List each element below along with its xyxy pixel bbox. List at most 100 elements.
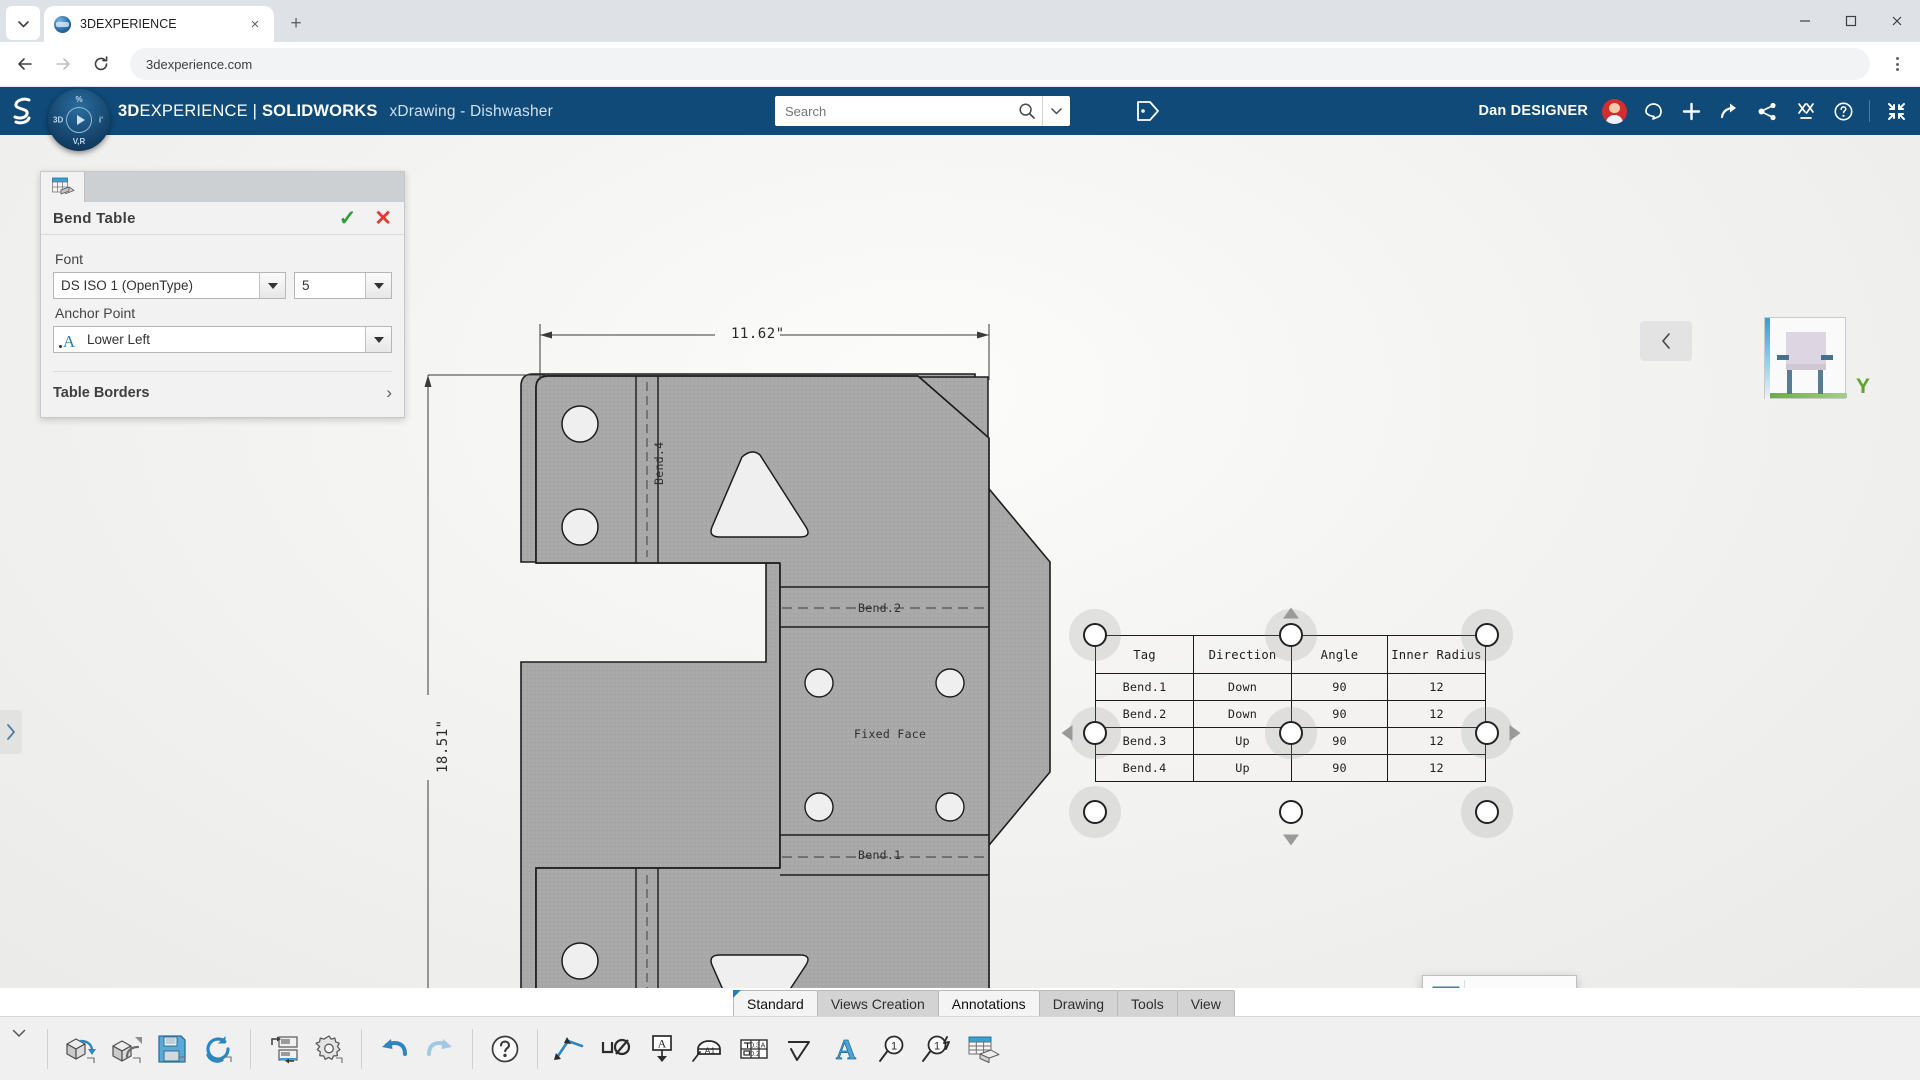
- view-annotation-button[interactable]: A1: [685, 1026, 731, 1072]
- close-icon[interactable]: ×: [246, 15, 264, 33]
- tab-standard[interactable]: Standard: [733, 990, 818, 1016]
- fullscreen-icon[interactable]: [1884, 99, 1908, 123]
- avatar[interactable]: [1602, 98, 1627, 124]
- reload-button[interactable]: [84, 47, 118, 81]
- export-3d-button[interactable]: [103, 1026, 149, 1072]
- smart-dimension-button[interactable]: [547, 1026, 593, 1072]
- add-icon[interactable]: [1679, 99, 1703, 123]
- tab-tools[interactable]: Tools: [1117, 990, 1178, 1016]
- cell-inner-radius[interactable]: 12: [1387, 754, 1486, 782]
- compass-button[interactable]: % 3D i' V,R: [48, 89, 110, 151]
- tab-views-creation[interactable]: Views Creation: [816, 990, 939, 1016]
- resize-handle-top-left[interactable]: [1083, 623, 1107, 647]
- chevron-right-icon[interactable]: ›: [386, 383, 392, 403]
- flip-right-arrow-icon[interactable]: [1509, 725, 1521, 741]
- fixed-face-label[interactable]: Fixed Face: [854, 727, 926, 741]
- back-button[interactable]: [8, 47, 42, 81]
- view-orientation-thumbnail[interactable]: [1764, 317, 1847, 400]
- collaboration-icon[interactable]: [1793, 99, 1817, 123]
- new-tab-button[interactable]: +: [282, 10, 310, 38]
- cell-direction[interactable]: Up: [1193, 754, 1292, 782]
- ok-button[interactable]: ✓: [339, 208, 357, 229]
- chevron-down-icon[interactable]: [365, 273, 391, 298]
- cell-angle[interactable]: 90: [1291, 673, 1388, 701]
- expand-left-panel-button[interactable]: [0, 710, 22, 754]
- resize-handle-bottom-left[interactable]: [1083, 800, 1107, 824]
- resize-handle-bottom-center[interactable]: [1279, 800, 1303, 824]
- resize-handle-bottom-right[interactable]: [1475, 800, 1499, 824]
- bend-label-4[interactable]: Bend.4: [652, 442, 666, 485]
- resize-handle-top-right[interactable]: [1475, 623, 1499, 647]
- bend-table-property-panel[interactable]: Bend Table ✓ ✕ Font DS ISO 1 (OpenType) …: [40, 171, 405, 418]
- cell-inner-radius[interactable]: 12: [1387, 673, 1486, 701]
- cell-angle[interactable]: 90: [1291, 754, 1388, 782]
- redo-button[interactable]: [417, 1026, 463, 1072]
- browser-tab[interactable]: 3DEXPERIENCE ×: [44, 6, 274, 42]
- font-family-select[interactable]: DS ISO 1 (OpenType): [53, 272, 286, 299]
- table-borders-section[interactable]: Table Borders ›: [53, 371, 392, 403]
- text-note-button[interactable]: A: [823, 1026, 869, 1072]
- settings-button[interactable]: [306, 1026, 352, 1072]
- close-window-button[interactable]: [1874, 0, 1920, 42]
- chevron-down-icon[interactable]: [259, 273, 285, 298]
- toolbar-collapse-button[interactable]: [0, 1017, 38, 1081]
- move-handle-center[interactable]: [1279, 721, 1303, 745]
- save-button[interactable]: [149, 1026, 195, 1072]
- resize-handle-top-center[interactable]: [1279, 623, 1303, 647]
- table-row[interactable]: Bend.1 Down 90 12: [1095, 673, 1486, 701]
- flip-left-arrow-icon[interactable]: [1061, 725, 1073, 741]
- notification-icon[interactable]: [1641, 99, 1665, 123]
- cell-tag[interactable]: Bend.4: [1095, 754, 1194, 782]
- hole-callout-button[interactable]: [593, 1026, 639, 1072]
- tab-drawing[interactable]: Drawing: [1038, 990, 1119, 1016]
- search-button[interactable]: [1012, 96, 1042, 126]
- auto-balloon-button[interactable]: 1: [915, 1026, 961, 1072]
- minimize-button[interactable]: [1782, 0, 1828, 42]
- dimension-vertical[interactable]: 18.51": [435, 719, 451, 773]
- help-icon[interactable]: [1831, 99, 1855, 123]
- bend-table-annotation[interactable]: Tag Direction Angle Inner Radius Bend.1 …: [1061, 607, 1521, 846]
- anchor-point-select[interactable]: A Lower Left: [53, 326, 392, 353]
- datum-feature-button[interactable]: A: [639, 1026, 685, 1072]
- table-button[interactable]: [961, 1026, 1007, 1072]
- help-button[interactable]: [482, 1026, 528, 1072]
- search-dropdown-button[interactable]: [1042, 96, 1070, 126]
- refresh-button[interactable]: [195, 1026, 241, 1072]
- surface-finish-button[interactable]: [777, 1026, 823, 1072]
- cell-tag[interactable]: Bend.1: [1095, 673, 1194, 701]
- table-type-context-menu[interactable]: General Table Bill of Materials: [1422, 975, 1577, 988]
- share-nodes-icon[interactable]: [1755, 99, 1779, 123]
- menu-item-general-table[interactable]: General Table: [1423, 976, 1576, 988]
- tab-annotations[interactable]: Annotations: [937, 990, 1040, 1016]
- tab-list-button[interactable]: [6, 6, 40, 40]
- balloon-button[interactable]: 1: [869, 1026, 915, 1072]
- address-bar[interactable]: 3dexperience.com: [130, 48, 1870, 80]
- undo-button[interactable]: [371, 1026, 417, 1072]
- maximize-button[interactable]: [1828, 0, 1874, 42]
- search-box[interactable]: [775, 96, 1070, 126]
- chevron-down-icon[interactable]: [365, 327, 391, 352]
- resize-handle-middle-right[interactable]: [1475, 721, 1499, 745]
- search-input[interactable]: [775, 97, 1012, 125]
- forward-button[interactable]: [46, 47, 80, 81]
- font-size-select[interactable]: 5: [294, 272, 392, 299]
- dimension-horizontal[interactable]: 11.62": [731, 326, 785, 342]
- bend-label-2[interactable]: Bend.2: [858, 601, 901, 615]
- geometric-tolerance-button[interactable]: 0.3 A 0.2: [731, 1026, 777, 1072]
- browser-menu-button[interactable]: [1882, 49, 1912, 79]
- drawing-canvas[interactable]: 11.62" 18.51" Bend.4 Bend.3 Bend.2 Bend.…: [0, 135, 1920, 988]
- share-arrow-icon[interactable]: [1717, 99, 1741, 123]
- bend-label-1[interactable]: Bend.1: [858, 848, 901, 862]
- swap-view-button[interactable]: [260, 1026, 306, 1072]
- tab-view[interactable]: View: [1176, 990, 1235, 1016]
- tab-bend-table[interactable]: [41, 172, 85, 202]
- import-3d-button[interactable]: [57, 1026, 103, 1072]
- tag-icon[interactable]: [1135, 99, 1161, 123]
- cell-direction[interactable]: Down: [1193, 673, 1292, 701]
- flip-down-arrow-icon[interactable]: [1283, 834, 1299, 846]
- user-name[interactable]: Dan DESIGNER: [1478, 103, 1588, 119]
- flip-up-arrow-icon[interactable]: [1283, 607, 1299, 619]
- collapse-right-panel-button[interactable]: [1640, 321, 1692, 361]
- resize-handle-middle-left[interactable]: [1083, 721, 1107, 745]
- cancel-button[interactable]: ✕: [374, 208, 392, 229]
